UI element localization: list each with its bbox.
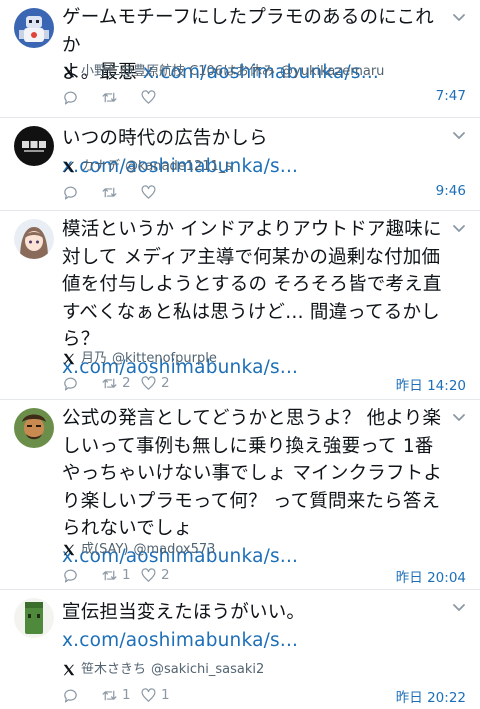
tweet-time[interactable]: 9:46 [436, 183, 466, 199]
retweet-icon [102, 187, 117, 197]
retweet-button[interactable] [101, 184, 140, 201]
x-logo-icon [63, 161, 75, 173]
reply-icon [64, 569, 77, 582]
source-handle: @kanade1211_s [125, 159, 233, 174]
reply-icon [64, 377, 77, 390]
tweet-time[interactable]: 昨日 20:04 [396, 566, 466, 586]
retweet-count: 2 [122, 375, 131, 391]
retweet-button[interactable]: 1 [101, 687, 140, 704]
quoted-source[interactable]: 小野仁@豊原航技 C106はお休み @yukikazemaru [62, 63, 384, 81]
chevron-down-icon[interactable] [450, 126, 468, 144]
source-handle: @yukikazemaru [280, 64, 385, 79]
quote-feed: ゲームモチーフにしたプラモのあるのにこれか よ。最悪 x.com/aoshima… [0, 0, 480, 709]
chevron-down-icon[interactable] [450, 8, 468, 26]
tweet-time[interactable]: 7:47 [436, 88, 466, 104]
like-button[interactable] [140, 89, 179, 106]
warrior-avatar[interactable] [14, 408, 54, 448]
retweet-count: 1 [122, 687, 131, 703]
quoted-source[interactable]: 月乃 @kittenofpurple [62, 350, 217, 368]
reply-button[interactable] [62, 687, 101, 704]
like-button[interactable] [140, 184, 179, 201]
reply-button[interactable] [62, 375, 101, 392]
like-icon [141, 375, 156, 390]
like-icon [141, 184, 156, 199]
x-logo-icon [63, 66, 75, 78]
like-icon [141, 567, 156, 582]
source-name: 笹木さきち [81, 662, 147, 677]
like-button[interactable]: 2 [140, 567, 179, 584]
like-count: 1 [161, 687, 170, 703]
tweet-card[interactable]: 公式の発言としてどうかと思うよ？ 他より楽しいって事例も無しに乗り換え強要って … [0, 400, 480, 590]
tweet-card[interactable]: ゲームモチーフにしたプラモのあるのにこれか よ。最悪 x.com/aoshima… [0, 0, 480, 118]
tweet-card[interactable]: 宣伝担当変えたほうがいい。 x.com/aoshimabunka/s... 笹木… [0, 590, 480, 709]
green-block-avatar[interactable] [14, 598, 54, 638]
quoted-source[interactable]: 笹木さきち @sakichi_sasaki2 [62, 661, 264, 679]
retweet-count: 1 [122, 567, 131, 583]
reply-icon [64, 91, 77, 104]
retweet-button[interactable]: 2 [101, 375, 140, 392]
reply-icon [64, 186, 77, 199]
chevron-down-icon[interactable] [450, 408, 468, 426]
reply-button[interactable] [62, 89, 101, 106]
retweet-icon [102, 570, 117, 580]
quoted-source[interactable]: カナデ @kanade1211_s [62, 158, 232, 176]
tweet-time[interactable]: 昨日 14:20 [396, 374, 466, 394]
source-name: 小野仁@豊原航技 C106はお休み [81, 64, 276, 79]
tweet-actions [62, 182, 466, 202]
pixel-logo-avatar[interactable] [14, 126, 54, 166]
reply-icon [64, 689, 77, 702]
tweet-card[interactable]: いつの時代の広告かしら x.com/aoshimabunka/s... カナデ … [0, 118, 480, 211]
reply-button[interactable] [62, 567, 101, 584]
retweet-icon [102, 690, 117, 700]
x-logo-icon [63, 353, 75, 365]
like-button[interactable]: 1 [140, 687, 179, 704]
source-handle: @kittenofpurple [112, 351, 217, 366]
robot-figure-avatar[interactable] [14, 8, 54, 48]
retweet-icon [102, 92, 117, 102]
tweet-time[interactable]: 昨日 20:22 [396, 686, 466, 706]
source-handle: @madox573 [133, 542, 216, 557]
chevron-down-icon[interactable] [450, 219, 468, 237]
tweet-actions [62, 87, 466, 107]
chevron-down-icon[interactable] [450, 598, 468, 616]
source-handle: @sakichi_sasaki2 [151, 662, 265, 677]
tweet-card[interactable]: 模活というか インドアよりアウトドア趣味に対して メディア主導で何某かの過剰な付… [0, 211, 480, 400]
tweet-text: 宣伝担当変えたほうがいい。 x.com/aoshimabunka/s... [62, 602, 306, 651]
like-icon [141, 89, 156, 104]
x-logo-icon [63, 544, 75, 556]
retweet-button[interactable]: 1 [101, 567, 140, 584]
tweet-link[interactable]: x.com/aoshimabunka/s... [62, 630, 298, 651]
x-logo-icon [63, 664, 75, 676]
reply-button[interactable] [62, 184, 101, 201]
retweet-button[interactable] [101, 89, 140, 106]
anime-girl-avatar[interactable] [14, 219, 54, 259]
like-count: 2 [161, 375, 170, 391]
source-name: カナデ [81, 159, 121, 174]
like-icon [141, 687, 156, 702]
like-button[interactable]: 2 [140, 375, 179, 392]
source-name: 成(SAY) [81, 542, 129, 557]
retweet-icon [102, 378, 117, 388]
quoted-source[interactable]: 成(SAY) @madox573 [62, 541, 215, 559]
source-name: 月乃 [81, 351, 108, 366]
like-count: 2 [161, 567, 170, 583]
